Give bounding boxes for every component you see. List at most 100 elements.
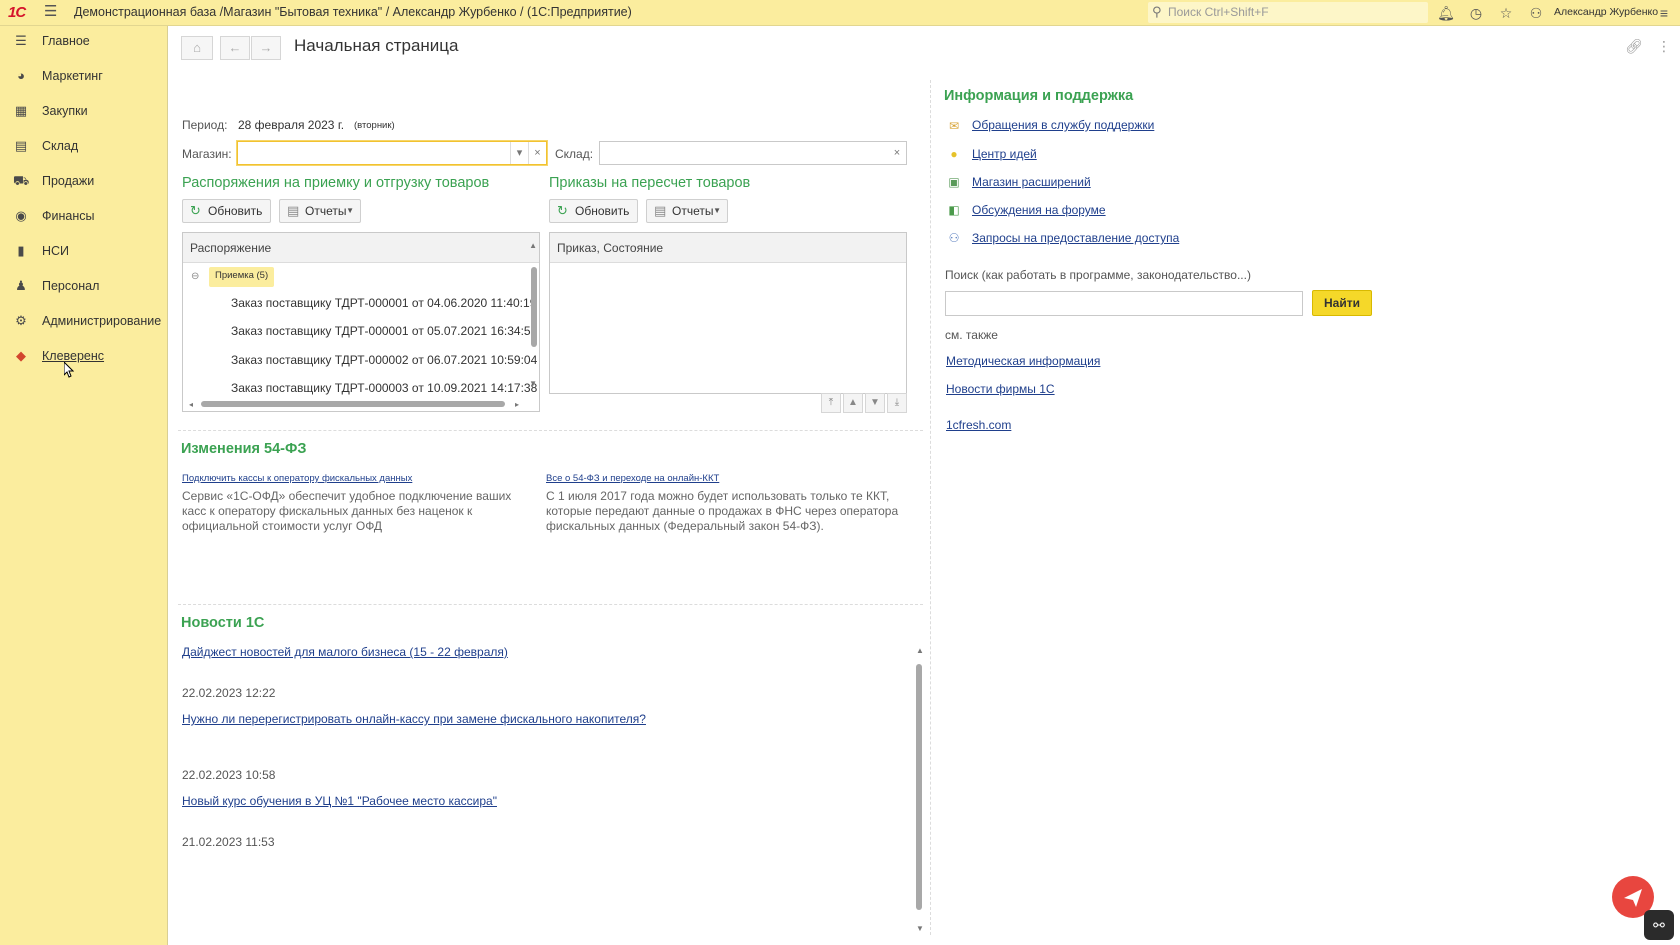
scroll-down-icon[interactable]: ▼ <box>916 924 924 933</box>
sidebar-item-label: Закупки <box>42 104 88 118</box>
book-icon: ▮ <box>17 243 25 258</box>
scroll-up-icon[interactable]: ▲ <box>529 241 537 250</box>
news-link[interactable]: Нужно ли перерегистрировать онлайн-кассу… <box>182 712 646 726</box>
lightbulb-icon: ● <box>950 147 958 161</box>
cleverence-icon: ◆ <box>16 348 26 363</box>
table-row[interactable]: Заказ поставщику ТДРТ-000001 от 04.06.20… <box>231 296 536 310</box>
forum-icon: ◧ <box>948 203 960 217</box>
warehouse-label: Склад: <box>555 147 594 161</box>
orders-refresh-button[interactable]: ↻ Обновить <box>182 199 271 223</box>
recount-reports-button[interactable]: ▤ Отчеты ▼ <box>646 199 728 223</box>
page-title: Начальная страница <box>294 36 459 55</box>
news-link[interactable]: Новый курс обучения в УЦ №1 "Рабочее мес… <box>182 794 497 808</box>
scroll-right-icon[interactable]: ▸ <box>515 400 519 409</box>
mouse-cursor-icon <box>64 362 74 378</box>
divider <box>178 604 923 605</box>
period-date[interactable]: 28 февраля 2023 г. <box>238 118 344 132</box>
horizontal-scrollbar[interactable] <box>201 401 505 407</box>
menu-icon: ☰ <box>15 33 27 48</box>
support-link-tickets[interactable]: Обращения в службу поддержки <box>972 118 1154 132</box>
link-icon[interactable]: 🔗︎ <box>1625 38 1643 55</box>
table-row[interactable]: Заказ поставщику ТДРТ-000002 от 06.07.20… <box>231 353 537 367</box>
button-label: Обновить <box>575 204 630 218</box>
global-search-input[interactable]: ⚲ Поиск Ctrl+Shift+F <box>1148 2 1428 23</box>
sidebar-item-cleverence[interactable]: ◆ Клеверенс <box>0 341 168 371</box>
news-link[interactable]: Дайджест новостей для малого бизнеса (15… <box>182 645 508 659</box>
star-icon[interactable]: ☆ <box>1496 3 1516 23</box>
scroll-up-icon[interactable]: ▲ <box>916 646 924 655</box>
sidebar-item-warehouse[interactable]: ▤ Склад <box>0 131 168 161</box>
settings-menu-icon[interactable]: ≡ <box>1654 3 1674 23</box>
orders-table[interactable]: Распоряжение ⊖ Приемка (5) Заказ поставщ… <box>182 232 540 412</box>
gear-icon: ⚙ <box>15 313 27 328</box>
vertical-scrollbar[interactable] <box>531 267 537 347</box>
sidebar-item-nsi[interactable]: ▮ НСИ <box>0 236 168 266</box>
scroll-down-icon[interactable]: ▼ <box>529 379 537 388</box>
clear-icon[interactable]: × <box>528 142 546 164</box>
see-also-link-1cfresh[interactable]: 1cfresh.com <box>946 418 1011 432</box>
back-button[interactable]: ← <box>220 36 250 60</box>
home-button[interactable]: ⌂ <box>181 36 213 60</box>
sidebar-item-administration[interactable]: ⚙ Администрирование <box>0 306 168 336</box>
more-actions-icon[interactable]: ⋮ <box>1657 38 1671 55</box>
move-last-icon[interactable]: ⤓ <box>887 393 907 413</box>
recount-table[interactable]: Приказ, Состояние <box>549 232 907 394</box>
table-header[interactable]: Приказ, Состояние <box>550 233 906 263</box>
sidebar-item-personnel[interactable]: ♟ Персонал <box>0 271 168 301</box>
sidebar-item-label: Склад <box>42 139 79 153</box>
main-menu-icon[interactable]: ☰ <box>44 4 60 20</box>
history-icon[interactable]: ◷ <box>1466 3 1486 23</box>
see-also-link-1c-news[interactable]: Новости фирмы 1С <box>946 382 1055 396</box>
sidebar-item-label: Продажи <box>42 174 95 188</box>
move-first-icon[interactable]: ⤒ <box>821 393 841 413</box>
move-up-icon[interactable]: ▲ <box>843 393 863 413</box>
user-icon[interactable]: ⚇ <box>1526 3 1546 23</box>
scroll-left-icon[interactable]: ◂ <box>189 400 193 409</box>
news-date: 22.02.2023 12:22 <box>182 686 276 700</box>
recount-refresh-button[interactable]: ↻ Обновить <box>549 199 638 223</box>
see-also-link-methodical[interactable]: Методическая информация <box>946 354 1100 368</box>
dropdown-icon[interactable]: ▾ <box>510 142 528 164</box>
collapse-icon[interactable]: ⊖ <box>191 271 199 282</box>
coin-icon: ◉ <box>15 208 27 223</box>
fz54-right-link[interactable]: Все о 54-ФЗ и переходе на онлайн-ККТ <box>546 473 719 484</box>
sidebar-item-finance[interactable]: ◉ Финансы <box>0 201 168 231</box>
store-field[interactable]: ▾ × <box>237 141 547 165</box>
fz54-left-link[interactable]: Подключить кассы к оператору фискальных … <box>182 473 412 484</box>
refresh-icon: ↻ <box>190 203 201 218</box>
help-search-input[interactable] <box>945 291 1303 316</box>
news-date: 22.02.2023 10:58 <box>182 768 276 782</box>
orders-reports-button[interactable]: ▤ Отчеты ▼ <box>279 199 361 223</box>
table-header[interactable]: Распоряжение <box>183 233 539 263</box>
overlay-app-button[interactable]: ⚯ <box>1644 910 1674 940</box>
fz54-left-text: Сервис «1С-ОФД» обеспечит удобное подклю… <box>182 489 512 533</box>
support-link-ideas[interactable]: Центр идей <box>972 147 1037 161</box>
bell-icon[interactable]: 🔔︎ <box>1436 3 1456 23</box>
sidebar-item-purchases[interactable]: ▦ Закупки <box>0 96 168 126</box>
access-request-icon: ⚇ <box>948 231 960 245</box>
support-link-access[interactable]: Запросы на предоставление доступа <box>972 231 1179 245</box>
chevron-down-icon: ▼ <box>346 206 354 215</box>
button-label: Обновить <box>208 204 263 218</box>
news-heading: Новости 1С <box>181 615 265 631</box>
button-label: Отчеты <box>672 204 714 218</box>
user-name[interactable]: Александр Журбенко <box>1554 6 1658 18</box>
sidebar-item-marketing[interactable]: ◕ Маркетинг <box>0 61 168 91</box>
support-link-forum[interactable]: Обсуждения на форуме <box>972 203 1106 217</box>
sidebar-item-main[interactable]: ☰ Главное <box>0 26 168 56</box>
grid-icon: ▦ <box>14 103 28 118</box>
table-row[interactable]: Заказ поставщику ТДРТ-000001 от 05.07.20… <box>231 324 537 338</box>
support-link-extensions[interactable]: Магазин расширений <box>972 175 1091 189</box>
news-scrollbar[interactable] <box>916 664 922 910</box>
warehouse-field[interactable]: × <box>599 141 907 165</box>
find-button[interactable]: Найти <box>1312 290 1372 316</box>
store-label: Магазин: <box>182 147 232 161</box>
move-down-icon[interactable]: ▼ <box>865 393 885 413</box>
table-row[interactable]: Заказ поставщику ТДРТ-000003 от 10.09.20… <box>231 381 537 395</box>
clear-icon[interactable]: × <box>888 142 906 164</box>
forward-button[interactable]: → <box>251 36 281 60</box>
see-also-label: см. также <box>945 328 998 342</box>
sidebar-item-sales[interactable]: ⛟ Продажи <box>0 166 168 196</box>
person-icon: ♟ <box>15 278 27 293</box>
group-row[interactable]: Приемка (5) <box>209 267 275 287</box>
